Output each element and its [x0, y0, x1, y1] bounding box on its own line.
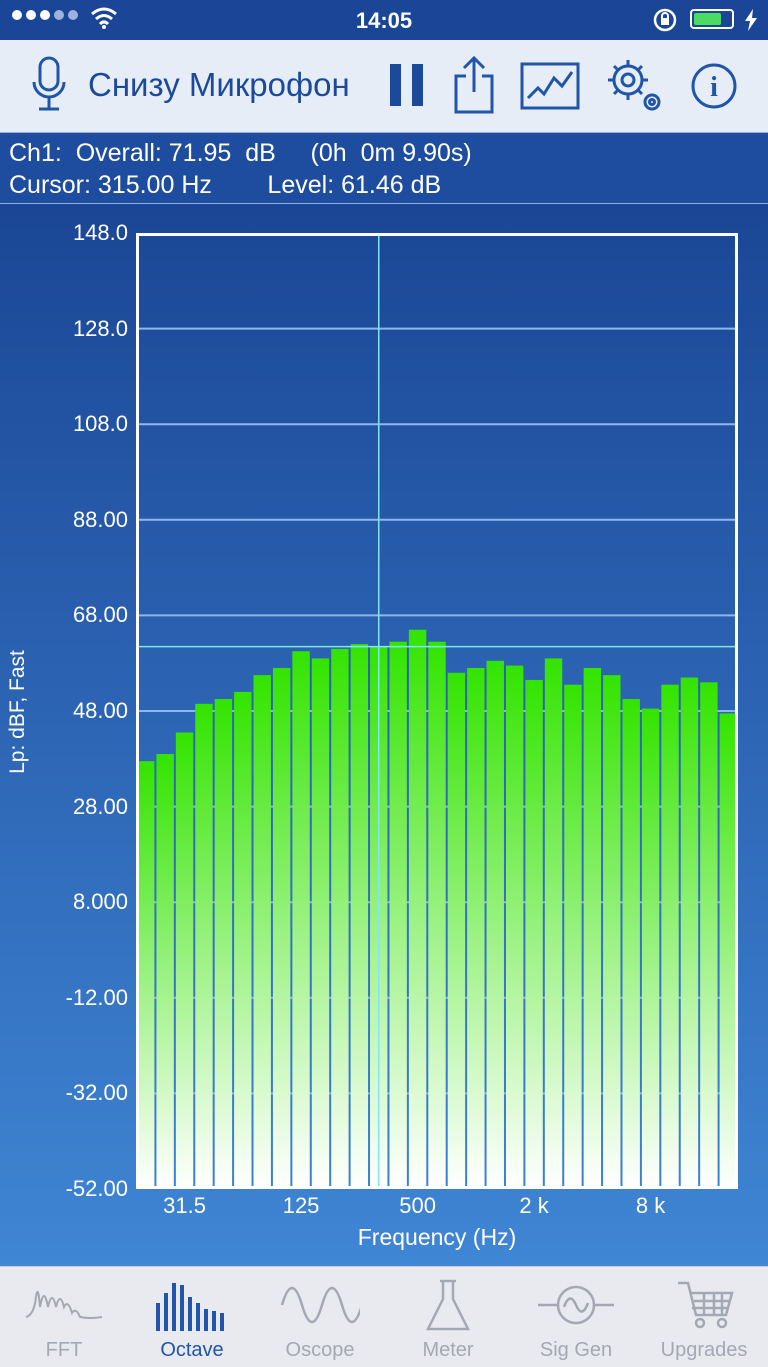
- octave-band-bar: [137, 761, 155, 1189]
- fft-icon: [25, 1290, 103, 1319]
- tab-octave[interactable]: Octave: [128, 1267, 256, 1367]
- tab-oscope[interactable]: Oscope: [256, 1267, 384, 1367]
- octave-plot[interactable]: [136, 233, 738, 1189]
- meter-flask-icon: [425, 1279, 471, 1331]
- octave-band-bar: [544, 658, 563, 1189]
- y-tick-label: 128.0: [72, 315, 128, 341]
- octave-band-bar: [525, 679, 543, 1189]
- tab-upgrades[interactable]: Upgrades: [640, 1267, 768, 1367]
- status-bar: 14:05: [0, 0, 768, 40]
- octave-band-bar: [331, 648, 349, 1189]
- y-tick-label: -52.00: [65, 1176, 128, 1201]
- settings-icon[interactable]: [604, 56, 666, 116]
- input-source-title[interactable]: Снизу Микрофон: [88, 66, 350, 104]
- x-tick-label: 2 k: [519, 1193, 549, 1218]
- y-tick-label: 88.00: [72, 506, 128, 532]
- pause-icon[interactable]: [390, 64, 424, 106]
- octave-band-bar: [583, 667, 602, 1189]
- octave-icon: [156, 1283, 224, 1331]
- octave-band-bar: [214, 699, 233, 1189]
- y-tick-label: -12.00: [65, 984, 128, 1010]
- octave-band-bar: [700, 682, 718, 1189]
- y-tick-label: 148.0: [72, 220, 128, 245]
- overall-level-line: Ch1: Overall: 71.95 dB (0h 0m 9.90s): [9, 139, 472, 167]
- y-axis-label: Lp: dBF, Fast: [6, 650, 29, 774]
- octave-band-bar: [428, 641, 446, 1189]
- waveform-view-icon[interactable]: [520, 62, 580, 110]
- y-tick-label: 8.000: [72, 889, 128, 915]
- octave-band-bar: [661, 684, 679, 1189]
- octave-band-bar: [350, 644, 369, 1189]
- x-tick-label: 31.5: [163, 1193, 206, 1218]
- octave-band-bar: [719, 713, 737, 1189]
- battery-icon: [690, 9, 734, 29]
- y-tick-label: 28.00: [72, 793, 128, 819]
- oscope-icon: [280, 1286, 360, 1324]
- tab-bar: FFT Octave Oscope Meter Sig Gen Upgrades: [0, 1266, 768, 1367]
- octave-band-bar: [272, 667, 291, 1189]
- octave-band-bar: [622, 699, 640, 1189]
- octave-band-bar: [486, 660, 504, 1189]
- octave-band-bar: [505, 665, 524, 1189]
- x-tick-label: 125: [282, 1193, 320, 1218]
- octave-band-bar: [564, 684, 582, 1189]
- tab-sig-gen[interactable]: Sig Gen: [512, 1267, 640, 1367]
- sig-gen-icon: [538, 1285, 614, 1325]
- rotation-lock-icon: [653, 8, 677, 32]
- shopping-cart-icon: [678, 1281, 734, 1329]
- octave-band-bar: [447, 672, 466, 1189]
- octave-band-bar: [467, 667, 485, 1189]
- x-tick-label: 500: [399, 1193, 436, 1218]
- measurement-info: Ch1: Overall: 71.95 dB (0h 0m 9.90s) Cur…: [0, 133, 768, 204]
- y-tick-label: 48.00: [72, 698, 128, 723]
- tab-meter[interactable]: Meter: [384, 1267, 512, 1367]
- microphone-icon[interactable]: [30, 56, 68, 116]
- octave-band-bar: [408, 629, 427, 1189]
- svg-text:i: i: [710, 72, 718, 103]
- y-tick-label: 68.00: [72, 602, 128, 628]
- octave-band-bar: [234, 691, 252, 1189]
- x-tick-label: 8 k: [635, 1193, 666, 1218]
- octave-band-bar: [156, 754, 174, 1189]
- octave-band-bar: [641, 708, 660, 1189]
- octave-band-bar: [175, 732, 194, 1189]
- y-tick-label: 108.0: [72, 411, 128, 437]
- octave-band-bar: [311, 658, 330, 1189]
- tab-fft[interactable]: FFT: [0, 1267, 128, 1367]
- octave-band-bar: [680, 677, 699, 1189]
- share-icon[interactable]: [452, 54, 496, 116]
- cursor-level-line: Cursor: 315.00 Hz Level: 61.46 dB: [9, 171, 442, 199]
- toolbar: Снизу Микрофон i: [0, 40, 768, 133]
- info-icon[interactable]: i: [690, 62, 738, 110]
- octave-band-bar: [195, 703, 213, 1189]
- octave-band-bar: [389, 641, 407, 1189]
- octave-band-bar: [253, 675, 271, 1189]
- x-axis-label: Frequency (Hz): [357, 1224, 517, 1250]
- octave-band-bar: [292, 651, 310, 1189]
- octave-band-bar: [603, 675, 621, 1189]
- charging-bolt-icon: [745, 9, 757, 31]
- y-tick-label: -32.00: [65, 1080, 128, 1106]
